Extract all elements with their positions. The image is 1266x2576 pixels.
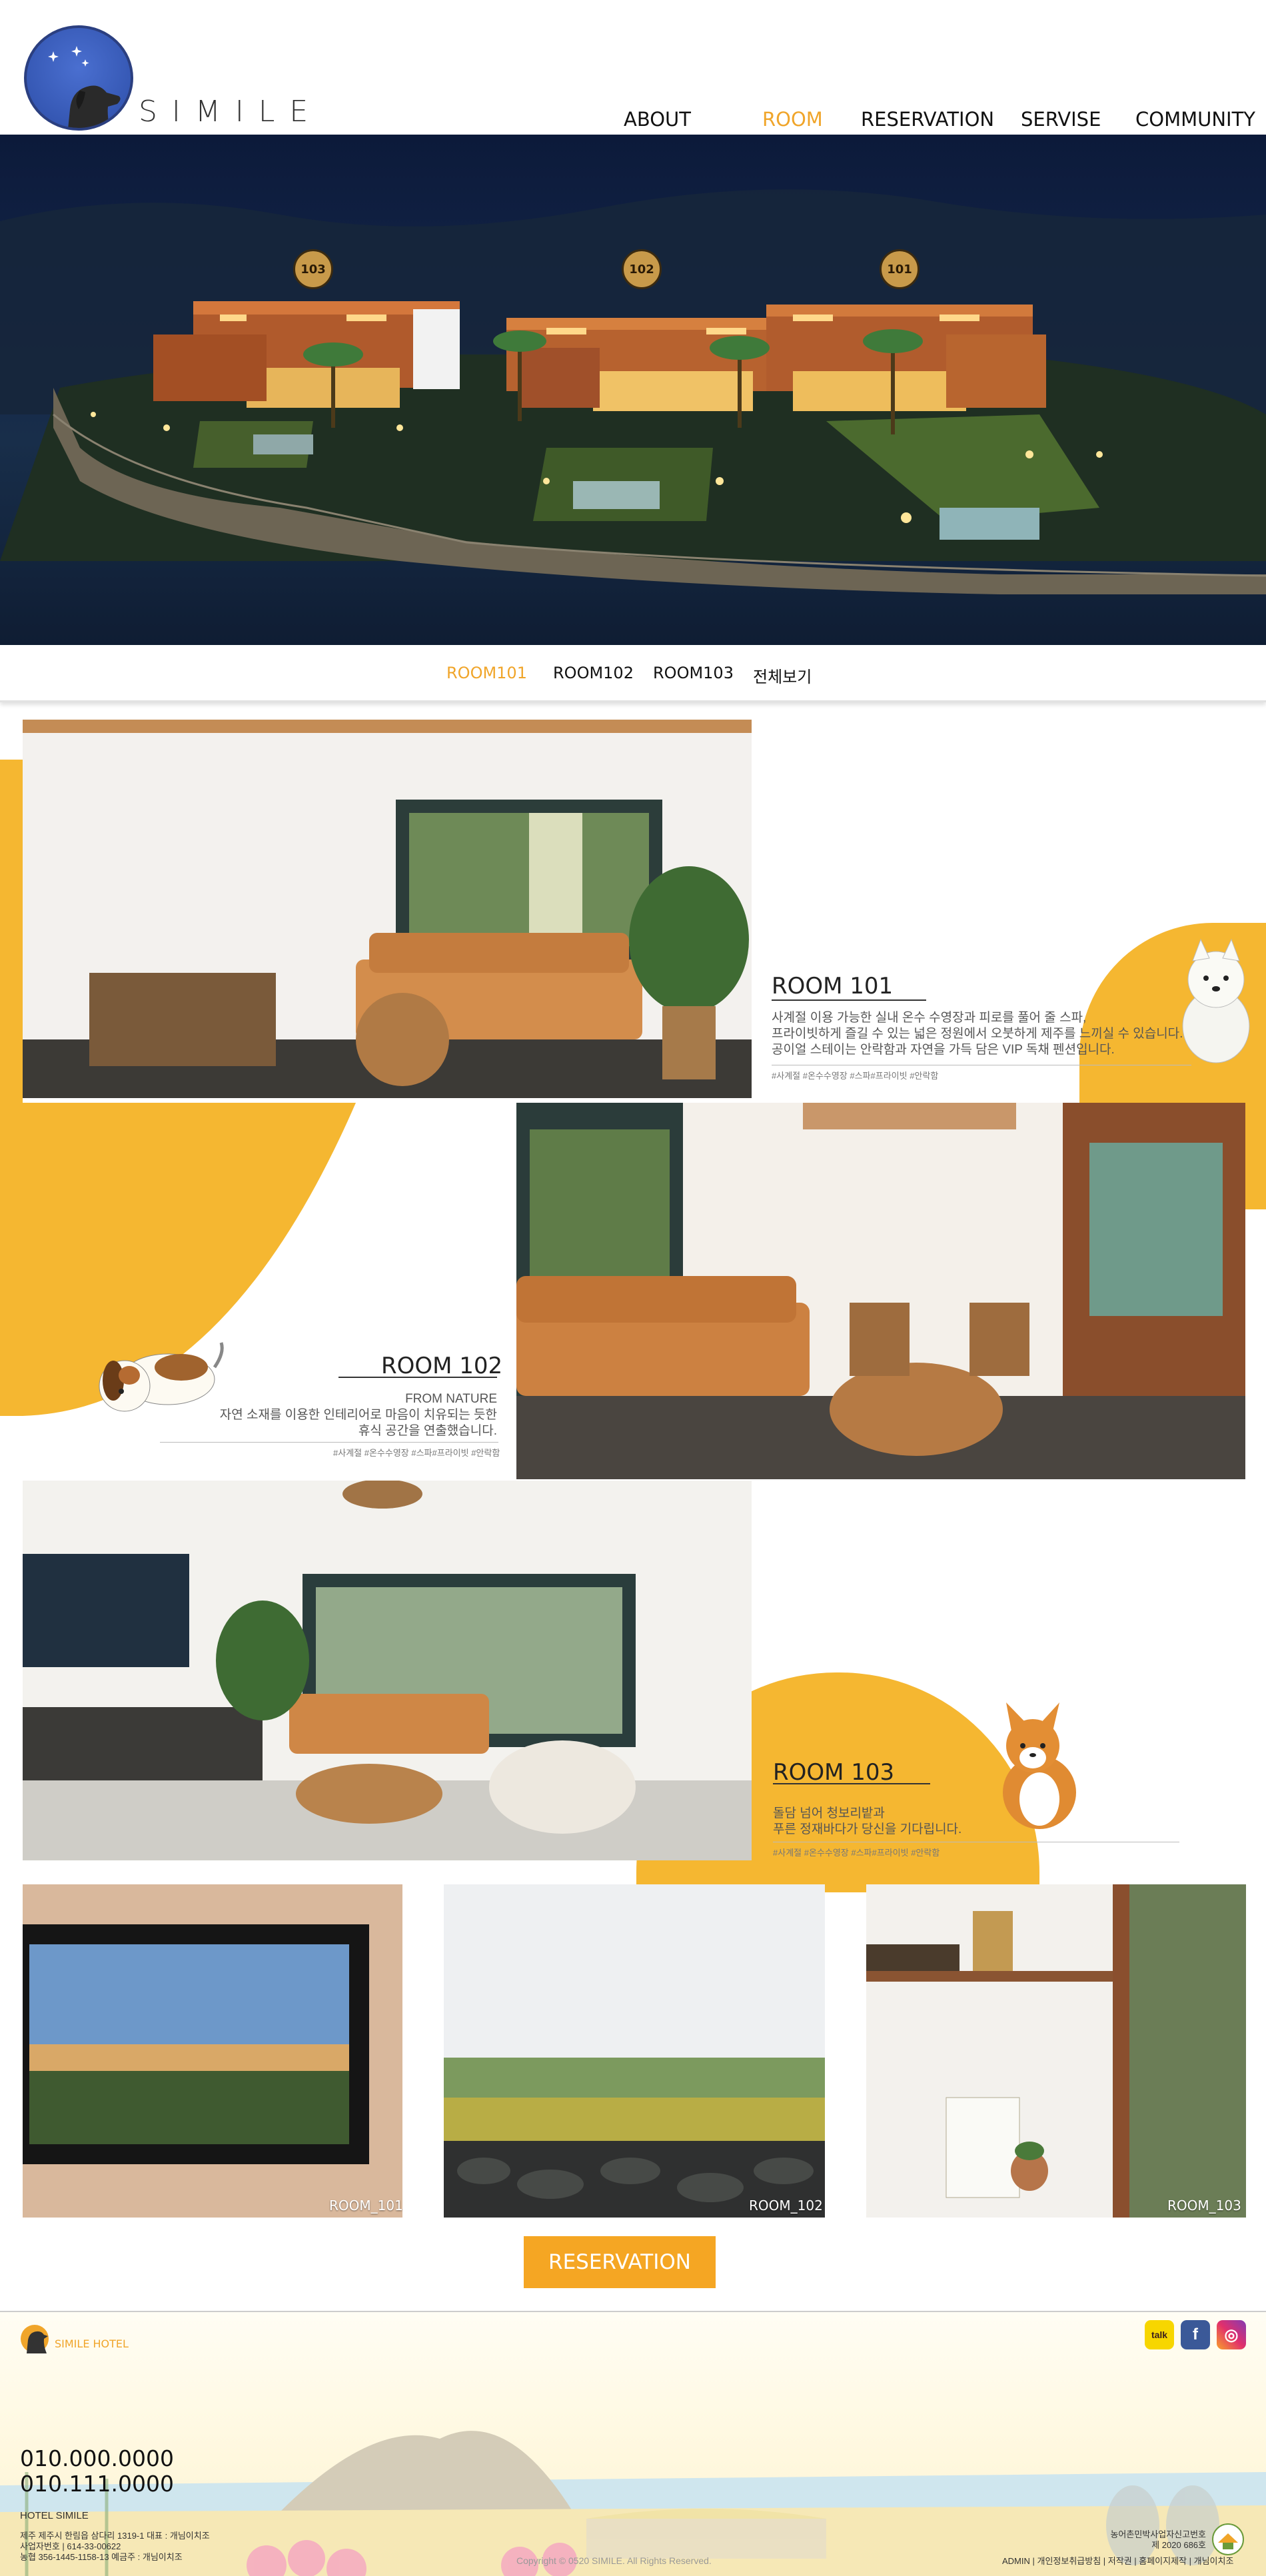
tab-all[interactable]: 전체보기 [753,664,812,687]
company-address: 제주 제주시 한림읍 삼다리 1319-1 대표 : 개님이치조 사업자번호 |… [20,2531,210,2563]
phone-number-1: 010.000.0000 [20,2445,174,2471]
footer-logo-icon[interactable] [20,2324,49,2353]
nav-reservation[interactable]: RESERVATION [861,108,994,131]
logo-text[interactable]: SIMILE [139,95,322,129]
tab-room103[interactable]: ROOM103 [653,664,734,682]
title-underline [772,999,926,1001]
logo-dog-icon[interactable] [24,25,133,131]
gallery-label-103: ROOM_103 [1167,2198,1241,2214]
copyright-text: Copyright © 0520 SIMILE. All Rights Rese… [516,2555,712,2566]
license-line: 농어촌민박사업자신고번호 [1110,2529,1206,2539]
room102-description: FROM NATURE 자연 소재를 이용한 인테리어로 마음이 치유되는 듯한… [200,1391,497,1439]
address-line: 사업자번호 | 614-33-00622 [20,2541,121,2551]
desc-line: 공이얼 스테이는 안락함과 자연을 가득 담은 VIP 독채 펜션입니다. [772,1043,1115,1057]
address-line: 농협 356-1445-1158-13 예금주 : 개님이치조 [20,2552,183,2562]
room-badge-101[interactable]: 101 [880,249,920,289]
license-info: 농어촌민박사업자신고번호 제 2020 686호 [1079,2529,1206,2551]
footer-logo-text[interactable]: SIMILE HOTEL [55,2337,129,2350]
room101-description: 사계절 이용 가능한 실내 온수 수영장과 피로를 풀어 줄 스파, 프라이빗하… [772,1010,1183,1058]
room102-subtitle: FROM NATURE [405,1392,497,1406]
reservation-button[interactable]: RESERVATION [524,2236,716,2288]
nav-servise[interactable]: SERVISE [1021,108,1101,131]
room-tab-bar: ROOM101 ROOM102 ROOM103 전체보기 [0,645,1266,702]
desc-line: 푸른 정재바다가 당신을 기다립니다. [773,1822,962,1836]
accent-shape [0,760,23,1113]
room101-photo[interactable] [23,720,752,1098]
room101-title: ROOM 101 [772,973,894,999]
white-dog-icon [1182,938,1250,1063]
tab-room102[interactable]: ROOM102 [553,664,634,682]
title-underline [773,1783,930,1784]
room103-photo[interactable] [23,1481,752,1860]
certification-mark-icon [1212,2523,1244,2555]
desc-line: 자연 소재를 이용한 인테리어로 마음이 치유되는 듯한 [219,1408,497,1422]
phone-number-2: 010.111.0000 [20,2471,174,2497]
license-line: 제 2020 686호 [1151,2540,1206,2550]
desc-line: 프라이빗하게 즐길 수 있는 넓은 정원에서 오붓하게 제주를 느끼실 수 있습… [772,1027,1183,1041]
beagle-icon [99,1342,224,1412]
desc-line: 휴식 공간을 연출했습니다. [358,1424,497,1438]
gallery-label-101: ROOM_101 [329,2198,403,2214]
gallery-room101[interactable] [23,1884,402,2218]
nav-community[interactable]: COMMUNITY [1135,108,1255,131]
room103-title: ROOM 103 [773,1759,895,1786]
divider [160,1442,498,1443]
title-underline [338,1377,497,1378]
nav-about[interactable]: ABOUT [624,108,691,131]
room-badge-102[interactable]: 102 [622,249,662,289]
instagram-icon[interactable]: ◎ [1217,2320,1246,2349]
tab-room101[interactable]: ROOM101 [446,664,527,682]
room-badge-103[interactable]: 103 [293,249,333,289]
hero-image: 103 102 101 [0,135,1266,645]
gallery-room103[interactable] [866,1884,1246,2218]
gallery-room102[interactable] [444,1884,825,2218]
room102-photo[interactable] [516,1103,1245,1479]
room102-tags: #사계절 #온수수영장 #스파#프라이빗 #안락함 [333,1448,500,1458]
facebook-icon[interactable]: f [1181,2320,1210,2349]
nav-room[interactable]: ROOM [762,108,823,131]
corgi-icon [1003,1702,1076,1829]
address-line: 제주 제주시 한림읍 삼다리 1319-1 대표 : 개님이치조 [20,2531,210,2541]
accent-shape [1245,1103,1266,1209]
gallery-label-102: ROOM_102 [749,2198,823,2214]
kakao-icon[interactable]: talk [1145,2320,1174,2349]
footer-links[interactable]: ADMIN | 개인정보취급방침 | 저작권 | 홈페이지제작 | 개님이치조 [1002,2556,1233,2567]
room103-tags: #사계절 #온수수영장 #스파#프라이빗 #안락함 [773,1848,940,1858]
site-header: SIMILE ABOUT ROOM RESERVATION SERVISE CO… [0,0,1266,133]
room102-title: ROOM 102 [381,1353,503,1379]
room101-tags: #사계절 #온수수영장 #스파#프라이빗 #안락함 [772,1071,939,1081]
room103-description: 돌담 넘어 청보리밭과 푸른 정재바다가 당신을 기다립니다. [773,1806,961,1838]
desc-line: 돌담 넘어 청보리밭과 [773,1806,885,1820]
desc-line: 사계절 이용 가능한 실내 온수 수영장과 피로를 풀어 줄 스파, [772,1011,1087,1025]
company-title: HOTEL SIMILE [20,2510,89,2521]
site-footer: SIMILE HOTEL talk f ◎ 010.000.0000 010.1… [0,2311,1266,2576]
